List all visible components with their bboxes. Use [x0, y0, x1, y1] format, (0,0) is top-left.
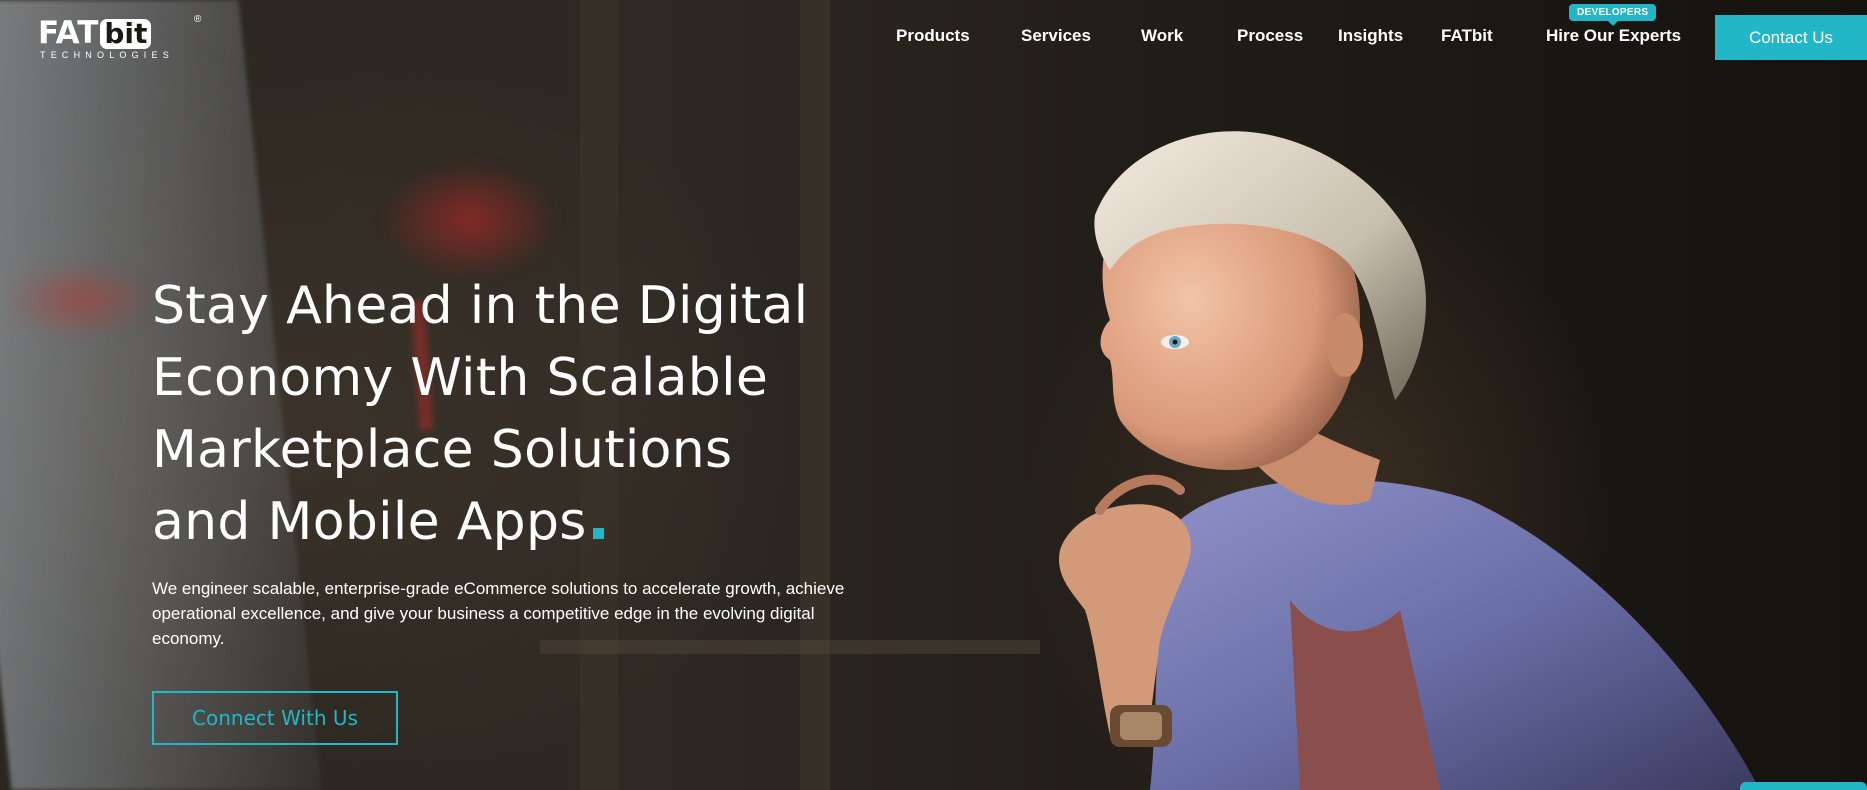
hero-title-line: and Mobile Apps: [152, 492, 587, 552]
nav-item-insights[interactable]: Insights: [1338, 26, 1403, 46]
nav-item-process[interactable]: Process: [1237, 26, 1303, 46]
connect-with-us-button[interactable]: Connect With Us: [152, 691, 398, 745]
logo-wordmark: FAT bit: [38, 15, 152, 51]
hero-title-line: Stay Ahead in the Digital: [152, 276, 809, 336]
logo-registered-mark: ®: [194, 14, 202, 25]
hero-title: Stay Ahead in the Digital Economy With S…: [152, 270, 912, 558]
chat-widget-tab[interactable]: [1740, 782, 1867, 790]
background-lamp: [380, 160, 560, 280]
logo-tagline: TECHNOLOGIES: [40, 50, 174, 60]
hero-description: We engineer scalable, enterprise-grade e…: [152, 579, 845, 648]
hero-title-line: Marketplace Solutions: [152, 420, 733, 480]
nav-item-products[interactable]: Products: [896, 26, 970, 46]
contact-us-button[interactable]: Contact Us: [1715, 15, 1867, 60]
nav-item-fatbit[interactable]: FATbit: [1441, 26, 1493, 46]
logo-bit: bit: [100, 19, 152, 49]
logo-fat: FAT: [38, 15, 99, 51]
fatbit-logo[interactable]: FAT bit ® TECHNOLOGIES: [38, 14, 206, 62]
hero-title-line: Economy With Scalable: [152, 348, 769, 408]
nav-item-work[interactable]: Work: [1141, 26, 1183, 46]
background-lamp: [0, 260, 160, 340]
accent-dot-icon: [592, 528, 604, 539]
nav-item-services[interactable]: Services: [1021, 26, 1091, 46]
hero-title-line-last: and Mobile Apps: [152, 486, 912, 558]
nav-item-hire-our-experts[interactable]: Hire Our Experts: [1546, 26, 1681, 46]
developers-badge: DEVELOPERS: [1569, 4, 1657, 26]
